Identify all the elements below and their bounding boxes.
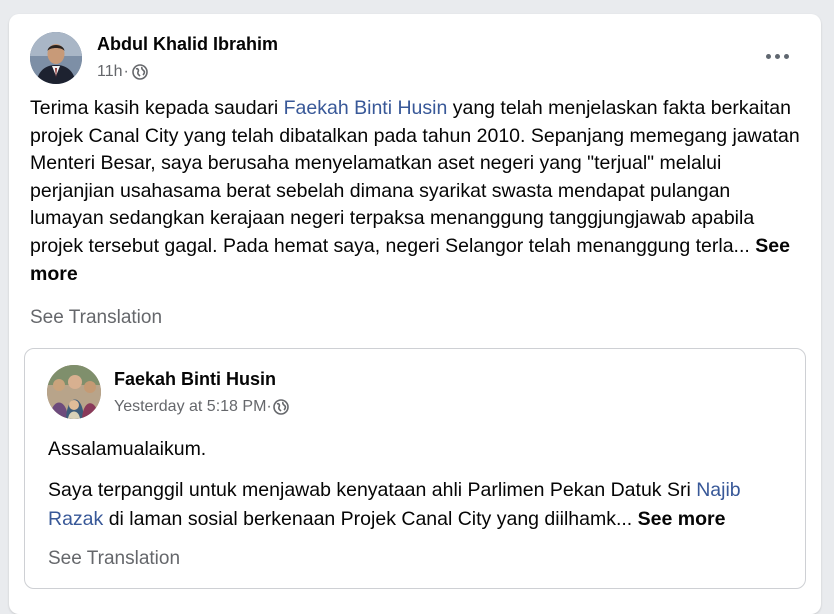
- globe-icon[interactable]: [132, 64, 148, 80]
- post-meta: 11h ·: [97, 63, 148, 81]
- shared-author-name[interactable]: Faekah Binti Husin: [114, 369, 276, 390]
- post-body: Terima kasih kepada saudari Faekah Binti…: [30, 95, 800, 288]
- shared-text-start: Saya terpanggil untuk menjawab kenyataan…: [48, 479, 697, 501]
- shared-see-more-link[interactable]: See more: [638, 508, 726, 530]
- post-card: Abdul Khalid Ibrahim 11h · Terima kasih …: [9, 14, 821, 614]
- shared-author-avatar[interactable]: [47, 365, 101, 419]
- post-text-start: Terima kasih kepada saudari: [30, 97, 284, 119]
- author-name[interactable]: Abdul Khalid Ibrahim: [97, 34, 278, 55]
- more-options-button[interactable]: [757, 42, 797, 70]
- shared-text-rest: di laman sosial berkenaan Projek Canal C…: [103, 508, 633, 530]
- meta-separator: ·: [123, 63, 129, 80]
- shared-greeting: Assalamualaikum.: [48, 438, 207, 460]
- post-timestamp[interactable]: 11h: [97, 63, 123, 81]
- shared-post[interactable]: Faekah Binti Husin Yesterday at 5:18 PM …: [24, 348, 806, 589]
- shared-timestamp[interactable]: Yesterday at 5:18 PM: [114, 398, 266, 416]
- more-options-icon: [765, 53, 789, 59]
- post-text-rest: yang telah menjelaskan fakta berkaitan p…: [30, 97, 800, 257]
- shared-meta-separator: ·: [266, 398, 272, 415]
- shared-meta: Yesterday at 5:18 PM ·: [114, 398, 289, 416]
- globe-icon[interactable]: [272, 399, 289, 415]
- author-avatar[interactable]: [30, 32, 82, 84]
- shared-see-translation-link[interactable]: See Translation: [48, 548, 180, 570]
- see-translation-link[interactable]: See Translation: [30, 307, 162, 329]
- mention-link[interactable]: Faekah Binti Husin: [284, 97, 448, 119]
- shared-body: Saya terpanggil untuk menjawab kenyataan…: [48, 476, 788, 534]
